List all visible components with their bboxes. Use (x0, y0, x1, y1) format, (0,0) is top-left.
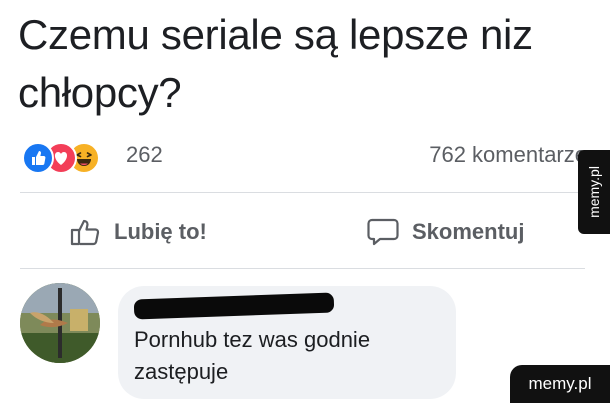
thumbs-up-icon (70, 217, 102, 247)
comment-bubble: Pornhub tez was godnie zastępuje (118, 286, 456, 399)
side-watermark-label: memy.pl (586, 166, 602, 218)
post-text-line-1: Czemu seriale są lepsze niz (18, 11, 533, 58)
reaction-count[interactable]: 262 (126, 142, 163, 168)
corner-watermark: memy.pl (510, 365, 610, 403)
comment-button-label: Skomentuj (412, 219, 525, 244)
comment-text: Pornhub tez was godnie zastępuje (134, 327, 371, 384)
divider (20, 192, 585, 193)
like-button[interactable]: Lubię to! (70, 212, 207, 252)
post-text: Czemu seriale są lepsze niz chłopcy? (18, 6, 578, 122)
side-watermark: memy.pl (578, 150, 610, 234)
comments-count[interactable]: 762 komentarze (429, 142, 587, 168)
avatar[interactable] (20, 283, 100, 363)
redacted-author-name (133, 292, 335, 320)
like-icon (22, 142, 54, 174)
reactions-summary[interactable]: 262 762 komentarze (22, 140, 587, 174)
comment-button[interactable]: Skomentuj (366, 212, 524, 252)
comment-bubble-icon (366, 217, 400, 247)
divider (20, 268, 585, 269)
like-button-label: Lubię to! (114, 219, 207, 244)
reaction-icons[interactable] (22, 140, 118, 174)
post-text-line-2: chłopcy? (18, 69, 182, 116)
